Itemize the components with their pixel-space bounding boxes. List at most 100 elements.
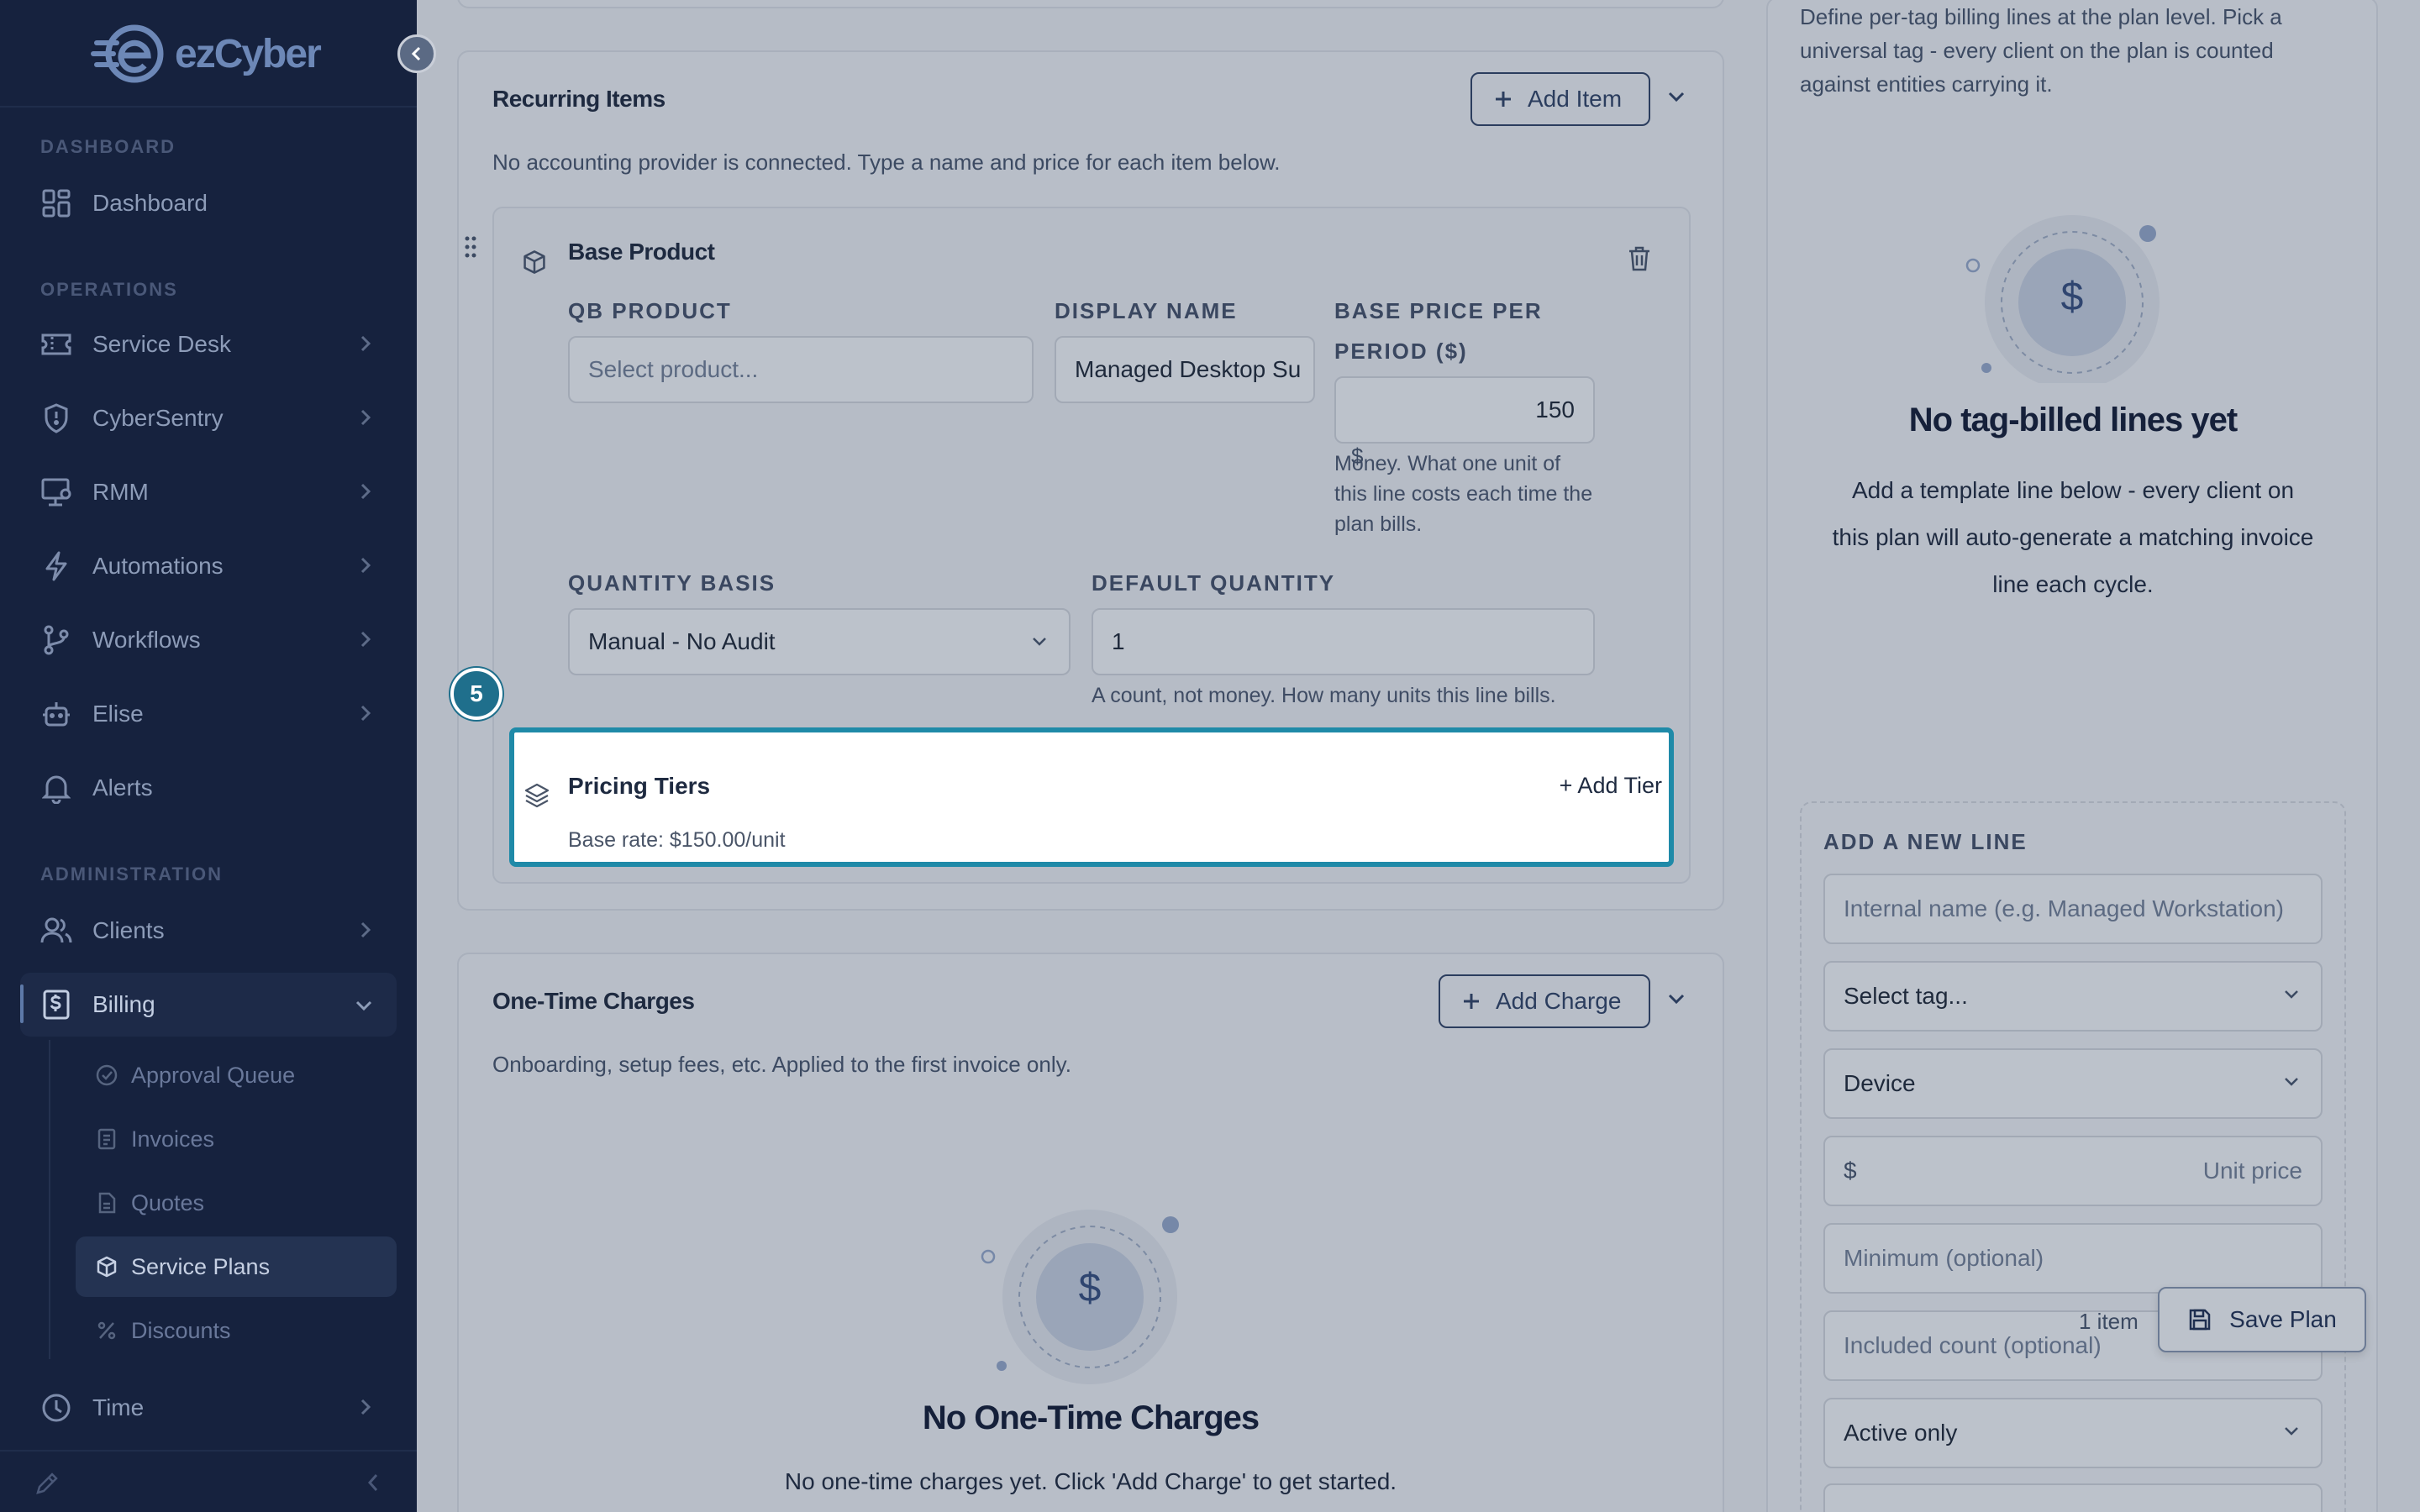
recurring-items-title: Recurring Items <box>492 86 666 112</box>
chevron-down-icon <box>2285 1427 2298 1436</box>
quantity-basis-select[interactable]: Manual - No Audit <box>568 608 1071 675</box>
chevron-right-icon <box>360 335 371 352</box>
robot-icon <box>39 696 74 732</box>
entity-type-value: Device <box>1844 1070 1916 1096</box>
add-charge-label: Add Charge <box>1496 988 1622 1014</box>
section-label-administration: ADMINISTRATION <box>40 864 224 885</box>
minimum-input[interactable]: Minimum (optional) <box>1823 1223 2323 1294</box>
pricing-tiers-title: Pricing Tiers <box>568 773 711 799</box>
qb-product-select[interactable]: Select product... <box>568 336 1034 403</box>
tag-empty-text-line: Add a template line below - every client… <box>1851 477 2295 503</box>
grid-icon <box>39 186 74 221</box>
tag-billing-description: Define per-tag billing lines at the plan… <box>1800 4 2282 97</box>
shield-icon <box>39 401 74 436</box>
base-rate-text: Base rate: $150.00/unit <box>568 828 786 852</box>
tag-select[interactable]: Select tag... <box>1823 961 2323 1032</box>
default-quantity-label: DEFAULT QUANTITY <box>1092 570 1336 596</box>
tag-empty-text-line: line each cycle. <box>1992 571 2154 597</box>
display-name-input[interactable]: Managed Desktop Su <box>1055 336 1315 403</box>
sidebar-item-rmm[interactable]: RMM <box>20 460 397 524</box>
quantity-basis-label: QUANTITY BASIS <box>568 570 776 596</box>
unit-price-placeholder: Unit price <box>2202 1158 2302 1184</box>
percent-icon <box>94 1318 119 1343</box>
default-quantity-input[interactable]: 1 <box>1092 608 1595 675</box>
tag-empty-text: Add a template line below - every client… <box>1800 467 2346 608</box>
sidebar-divider <box>0 106 417 108</box>
logo[interactable]: ezCyber <box>91 18 322 89</box>
add-item-button[interactable]: Add Item <box>1470 72 1650 126</box>
chevron-down-icon[interactable] <box>1667 993 1686 1005</box>
chevron-down-icon <box>355 1000 372 1011</box>
sidebar-subitem-invoices[interactable]: Invoices <box>76 1109 397 1169</box>
sidebar-item-time[interactable]: Time <box>20 1376 397 1440</box>
display-name-label: DISPLAY NAME <box>1055 298 1238 323</box>
sidebar-item-automations[interactable]: Automations <box>20 534 397 598</box>
invoice-icon <box>94 1126 119 1152</box>
empty-state-illustration: $ <box>975 1210 1210 1411</box>
sidebar-item-workflows[interactable]: Workflows <box>20 608 397 672</box>
sidebar-item-billing[interactable]: Billing <box>20 973 397 1037</box>
sidebar-item-clients[interactable]: Clients <box>20 899 397 963</box>
monitor-icon <box>39 475 74 510</box>
unit-price-input[interactable]: $ Unit price <box>1823 1136 2323 1206</box>
layers-icon <box>524 783 550 808</box>
sidebar-subitem-service-plans[interactable]: Service Plans <box>76 1236 397 1297</box>
base-price-input[interactable]: 150 <box>1334 376 1595 444</box>
ezcyber-logo-icon <box>91 24 164 83</box>
add-charge-button[interactable]: Add Charge <box>1439 974 1650 1028</box>
qb-product-label: QB PRODUCT <box>568 298 732 323</box>
line-name-input[interactable]: Internal name (e.g. Managed Workstation) <box>1823 874 2323 944</box>
tour-step-badge: 5 <box>450 668 502 720</box>
sidebar-subitem-quotes[interactable]: Quotes <box>76 1173 397 1233</box>
clock-icon <box>39 1390 74 1425</box>
logo-text: ezCyber <box>175 31 322 76</box>
section-label-dashboard: DASHBOARD <box>40 136 176 157</box>
status-filter-select[interactable]: Active only <box>1823 1398 2323 1468</box>
sidebar-item-service-desk[interactable]: Service Desk <box>20 312 397 376</box>
save-plan-button[interactable]: Save Plan <box>2158 1287 2366 1352</box>
document-icon <box>94 1190 119 1215</box>
sidebar-subitem-approval-queue[interactable]: Approval Queue <box>76 1045 397 1105</box>
sidebar-item-dashboard[interactable]: Dashboard <box>20 171 397 235</box>
sidebar-subitem-label: Quotes <box>131 1189 205 1215</box>
chevron-right-icon <box>360 409 371 426</box>
unit-price-prefix: $ <box>1844 1158 1857 1184</box>
base-price-label-line1: BASE PRICE PER <box>1334 298 1543 323</box>
add-tier-button[interactable]: + Add Tier <box>1560 773 1662 799</box>
sidebar-item-alerts[interactable]: Alerts <box>20 756 397 820</box>
chevron-left-icon[interactable] <box>366 1472 380 1494</box>
recurring-items-description: No accounting provider is connected. Typ… <box>492 150 1281 175</box>
trash-icon[interactable] <box>1627 245 1652 272</box>
chevron-down-icon[interactable] <box>1667 91 1686 102</box>
tag-select-value: Select tag... <box>1844 983 1968 1009</box>
sidebar-item-label: Alerts <box>92 774 153 801</box>
sidebar-item-cybersentry[interactable]: CyberSentry <box>20 386 397 450</box>
chevron-right-icon <box>360 705 371 722</box>
pencil-icon[interactable] <box>34 1470 60 1497</box>
sidebar-item-elise[interactable]: Elise <box>20 682 397 746</box>
pricing-tiers-panel: Pricing Tiers + Add Tier Base rate: $150… <box>509 727 1674 867</box>
sidebar-item-label: Service Desk <box>92 331 231 357</box>
base-price-help: Money. What one unit of this line costs … <box>1334 452 1593 536</box>
chevron-down-icon <box>2285 990 2298 999</box>
add-line-extra-field[interactable] <box>1823 1483 2323 1512</box>
tag-empty-title: No tag-billed lines yet <box>1908 402 2238 438</box>
drag-handle-icon[interactable] <box>464 235 477 259</box>
users-icon <box>39 913 74 948</box>
chevron-right-icon <box>360 921 371 938</box>
chevron-right-icon <box>360 557 371 574</box>
item-title: Base Product <box>568 239 715 265</box>
save-plan-label: Save Plan <box>2229 1306 2337 1332</box>
sidebar-item-label: Clients <box>92 917 165 943</box>
collapse-sidebar-button[interactable] <box>397 34 436 73</box>
sidebar-item-label: Dashboard <box>92 190 208 216</box>
quantity-basis-value: Manual - No Audit <box>588 628 776 654</box>
sidebar-subitem-discounts[interactable]: Discounts <box>76 1300 397 1361</box>
tag-empty-illustration: $ <box>1958 215 2193 383</box>
receipt-dollar-icon <box>39 987 74 1022</box>
entity-type-select[interactable]: Device <box>1823 1048 2323 1119</box>
one-time-charges-title: One-Time Charges <box>492 988 695 1014</box>
bell-icon <box>39 770 74 806</box>
one-time-charges-description: Onboarding, setup fees, etc. Applied to … <box>492 1052 1071 1077</box>
sidebar-subitem-label: Service Plans <box>131 1253 271 1279</box>
